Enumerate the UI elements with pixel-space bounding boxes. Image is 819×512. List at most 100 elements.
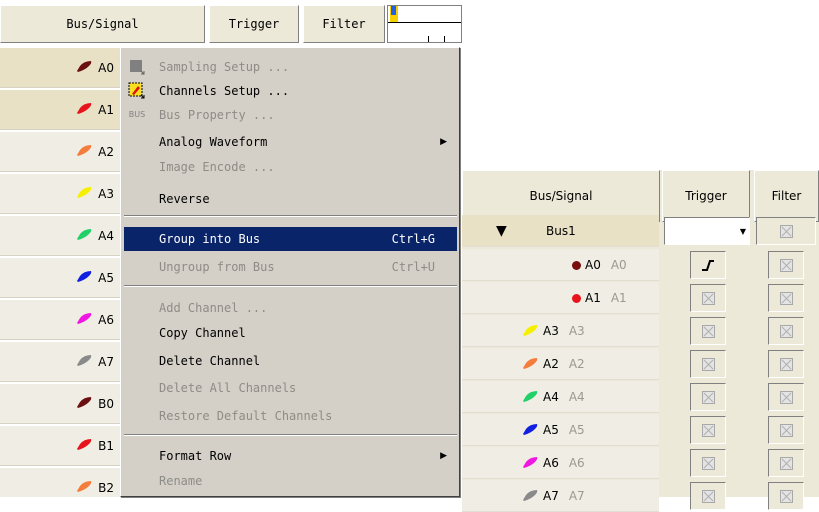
left-channel-row[interactable]: A4 [0,216,122,256]
trigger-cell[interactable] [690,317,726,345]
channel-name: B0 [98,396,114,411]
menu-item-sampling-setup[interactable]: Sampling Setup ... [124,55,457,79]
left-channel-row[interactable]: B0 [0,384,122,424]
right-header-filter[interactable]: Filter [754,170,819,222]
right-channel-row[interactable]: A2 A2 [462,348,659,380]
pen-icon [76,396,93,411]
collapse-triangle-icon[interactable]: ▼ [496,223,507,239]
channel-alias: A0 [610,258,627,272]
bus-name-cell: Bus1 [546,215,576,247]
right-header-filter-label: Filter [771,189,802,203]
channel-alias: A6 [568,456,585,470]
menu-label: Copy Channel [159,326,246,340]
menu-item-delete-channel[interactable]: Delete Channel [124,349,457,373]
trigger-cell[interactable] [690,449,726,477]
left-channel-row[interactable]: A5 [0,258,122,298]
menu-item-add-channel[interactable]: Add Channel ... [124,296,457,320]
right-channel-row[interactable]: A7 A7 [462,480,659,512]
submenu-arrow-icon: ▶ [440,451,447,461]
left-channel-row[interactable]: A2 [0,132,122,172]
menu-item-bus-property[interactable]: BUS Bus Property ... [124,103,457,127]
menu-separator [124,215,457,217]
menu-item-channels-setup[interactable]: Channels Setup ... [124,79,457,103]
pen-icon [76,228,93,243]
channel-alias: A5 [568,423,585,437]
trigger-cell[interactable] [690,416,726,444]
left-channel-row[interactable]: A7 [0,342,122,382]
menu-item-delete-all-channels[interactable]: Delete All Channels [124,376,457,400]
ruler-tick [444,36,445,42]
menu-item-rename[interactable]: Rename [124,469,457,493]
menu-item-ungroup-from-bus[interactable]: Ungroup from Bus Ctrl+U [124,255,457,279]
menu-label: Image Encode ... [159,160,275,174]
trigger-cell[interactable] [690,482,726,510]
header-bus-signal-label: Bus/Signal [66,17,139,31]
waveform-ruler [387,5,462,43]
header-trigger[interactable]: Trigger [209,5,299,43]
right-header-trigger[interactable]: Trigger [662,170,750,222]
channel-name: A7 [543,489,559,503]
left-channel-row[interactable]: A6 [0,300,122,340]
filter-cell[interactable] [768,284,804,312]
right-channel-row[interactable]: A4 A4 [462,381,659,413]
right-channel-row[interactable]: A0 A0 [462,249,659,281]
trigger-cell[interactable] [690,383,726,411]
filter-cell[interactable] [768,317,804,345]
menu-label: Format Row [159,449,232,463]
disabled-check-icon [779,390,793,404]
filter-cell[interactable] [768,449,804,477]
channel-name: A5 [543,423,559,437]
channel-alias: A4 [568,390,585,404]
menu-item-reverse[interactable]: Reverse [124,187,457,211]
header-filter[interactable]: Filter [303,5,385,43]
left-channel-row[interactable]: A1 [0,90,122,130]
context-menu: Sampling Setup ... Channels Setup ... BU… [120,47,460,497]
bus-icon: BUS [128,106,146,124]
pen-icon [76,102,93,117]
channel-dot-icon [572,293,581,303]
right-channel-row[interactable]: A6 A6 [462,447,659,479]
right-header-trigger-label: Trigger [685,189,727,203]
bus-filter-cell[interactable] [756,217,816,245]
disabled-check-icon [779,456,793,470]
trigger-cell[interactable] [690,284,726,312]
channel-name: A6 [98,312,114,327]
menu-item-restore-default-channels[interactable]: Restore Default Channels [124,404,457,428]
menu-item-format-row[interactable]: Format Row ▶ [124,444,457,468]
menu-label: Delete Channel [159,354,261,368]
left-channel-row[interactable]: B2 [0,468,122,497]
pen-icon [522,324,539,339]
menu-item-copy-channel[interactable]: Copy Channel [124,321,457,345]
left-channel-row[interactable]: A0 [0,48,122,88]
ruler-line [388,22,461,23]
right-channel-row[interactable]: A1 A1 [462,282,659,314]
trigger-cell[interactable] [690,350,726,378]
bus-expand-cell: ▼ [496,215,507,247]
disabled-check-icon [779,291,793,305]
left-channel-row[interactable]: B1 [0,426,122,466]
filter-cell[interactable] [768,482,804,510]
right-channel-row[interactable]: A3 A3 [462,315,659,347]
pen-icon [76,480,93,495]
left-channel-row[interactable]: A3 [0,174,122,214]
filter-cell[interactable] [768,416,804,444]
pen-icon [76,438,93,453]
pen-icon [522,390,539,405]
bus-row[interactable]: ▼ Bus1 [462,215,659,247]
header-bus-signal[interactable]: Bus/Signal [0,5,205,43]
right-channel-row[interactable]: A5 A5 [462,414,659,446]
filter-cell[interactable] [768,251,804,279]
menu-item-analog-waveform[interactable]: Analog Waveform ▶ [124,130,457,154]
menu-item-image-encode[interactable]: Image Encode ... [124,155,457,179]
trigger-cell[interactable] [690,251,726,279]
menu-label: Ungroup from Bus [159,260,275,274]
filter-cell[interactable] [768,350,804,378]
pen-icon [522,423,539,438]
disabled-check-icon [701,357,715,371]
header-trigger-label: Trigger [228,17,280,31]
header-filter-label: Filter [322,17,366,31]
menu-item-group-into-bus[interactable]: Group into Bus Ctrl+G [124,227,457,251]
filter-cell[interactable] [768,383,804,411]
right-header-bus-signal-label: Bus/Signal [529,189,593,203]
bus-trigger-dropdown[interactable]: ▼ [664,217,750,245]
